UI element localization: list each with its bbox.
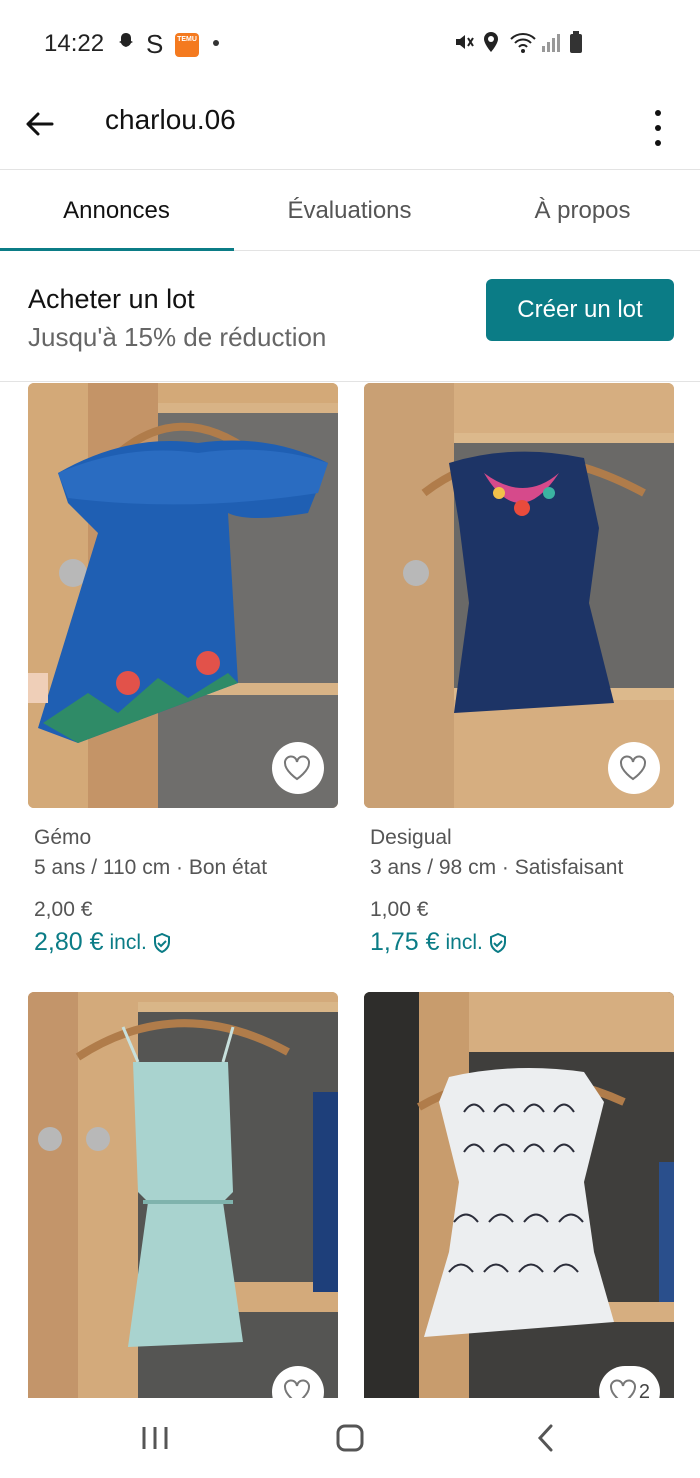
chevron-left-icon [537,1424,553,1452]
recents-icon [142,1427,168,1449]
item-price-incl: 2,80 € incl. [34,928,338,957]
heart-icon [609,1379,636,1398]
profile-tabs: Annonces Évaluations À propos [0,171,700,251]
incl-label: incl. [109,930,147,954]
favorite-count: 2 [638,1380,650,1399]
item-photo[interactable] [28,992,338,1398]
status-bar: 14:22 S TEMU [0,0,700,90]
item-price-incl-value: 2,80 € [34,928,104,956]
item-card[interactable]: Gémo 5 ans / 110 cm · Bon état 2,00 € 2,… [28,383,338,957]
snapchat-icon [114,30,138,61]
tab-annonces[interactable]: Annonces [0,171,233,251]
shield-check-icon[interactable] [153,932,171,953]
tab-evaluations[interactable]: Évaluations [233,171,466,251]
back-nav-button[interactable] [516,1416,576,1460]
favorite-button[interactable] [608,742,660,794]
more-vertical-dot [655,125,661,131]
item-card[interactable]: 2 [364,992,674,1398]
dress-photo [28,992,338,1398]
bundle-banner: Acheter un lot Jusqu'à 15% de réduction … [0,252,700,382]
back-button[interactable] [18,102,62,146]
create-bundle-button[interactable]: Créer un lot [486,279,674,341]
bundle-subtitle: Jusqu'à 15% de réduction [28,322,327,352]
tab-a-propos[interactable]: À propos [466,171,699,251]
location-icon [481,30,501,61]
bundle-title: Acheter un lot [28,284,195,314]
heart-icon [620,755,646,781]
item-brand: Desigual [370,826,452,849]
dress-photo [364,992,674,1398]
temu-label: TEMU [177,36,197,43]
item-price-incl: 1,75 € incl. [370,928,674,957]
home-icon [336,1424,364,1452]
active-tab-indicator [0,248,234,251]
heart-icon [284,755,310,781]
item-brand: Gémo [34,826,92,849]
item-photo[interactable]: 2 [364,992,674,1398]
item-photo[interactable] [364,383,674,808]
profile-username: charlou.06 [105,104,236,135]
item-price: 2,00 € [34,898,93,921]
item-photo[interactable] [28,383,338,808]
temu-icon: TEMU [175,33,199,57]
arrow-left-icon [26,112,54,136]
item-card[interactable]: Desigual 3 ans / 98 cm · Satisfaisant 1,… [364,383,674,957]
wifi-icon [509,30,537,61]
system-nav-bar [0,1398,700,1478]
item-size-condition: 3 ans / 98 cm · Satisfaisant [370,856,624,879]
s-icon: S [146,29,164,59]
shield-check-icon[interactable] [489,932,507,953]
dot-icon [213,40,219,46]
more-options-button[interactable] [640,100,676,146]
mute-icon [452,30,476,61]
item-price-incl-value: 1,75 € [370,928,440,956]
heart-icon [284,1379,310,1398]
battery-icon [568,30,584,61]
signal-icon [541,30,563,61]
more-vertical-icon [655,110,661,116]
recents-button[interactable] [125,1416,185,1460]
status-time: 14:22 [44,30,105,57]
app-header: charlou.06 [0,90,700,170]
item-size-condition: 5 ans / 110 cm · Bon état [34,856,268,879]
favorite-button[interactable] [272,742,324,794]
home-button[interactable] [320,1416,380,1460]
more-vertical-dot [655,140,661,146]
item-card[interactable] [28,992,338,1398]
item-price: 1,00 € [370,898,429,921]
incl-label: incl. [445,930,483,954]
